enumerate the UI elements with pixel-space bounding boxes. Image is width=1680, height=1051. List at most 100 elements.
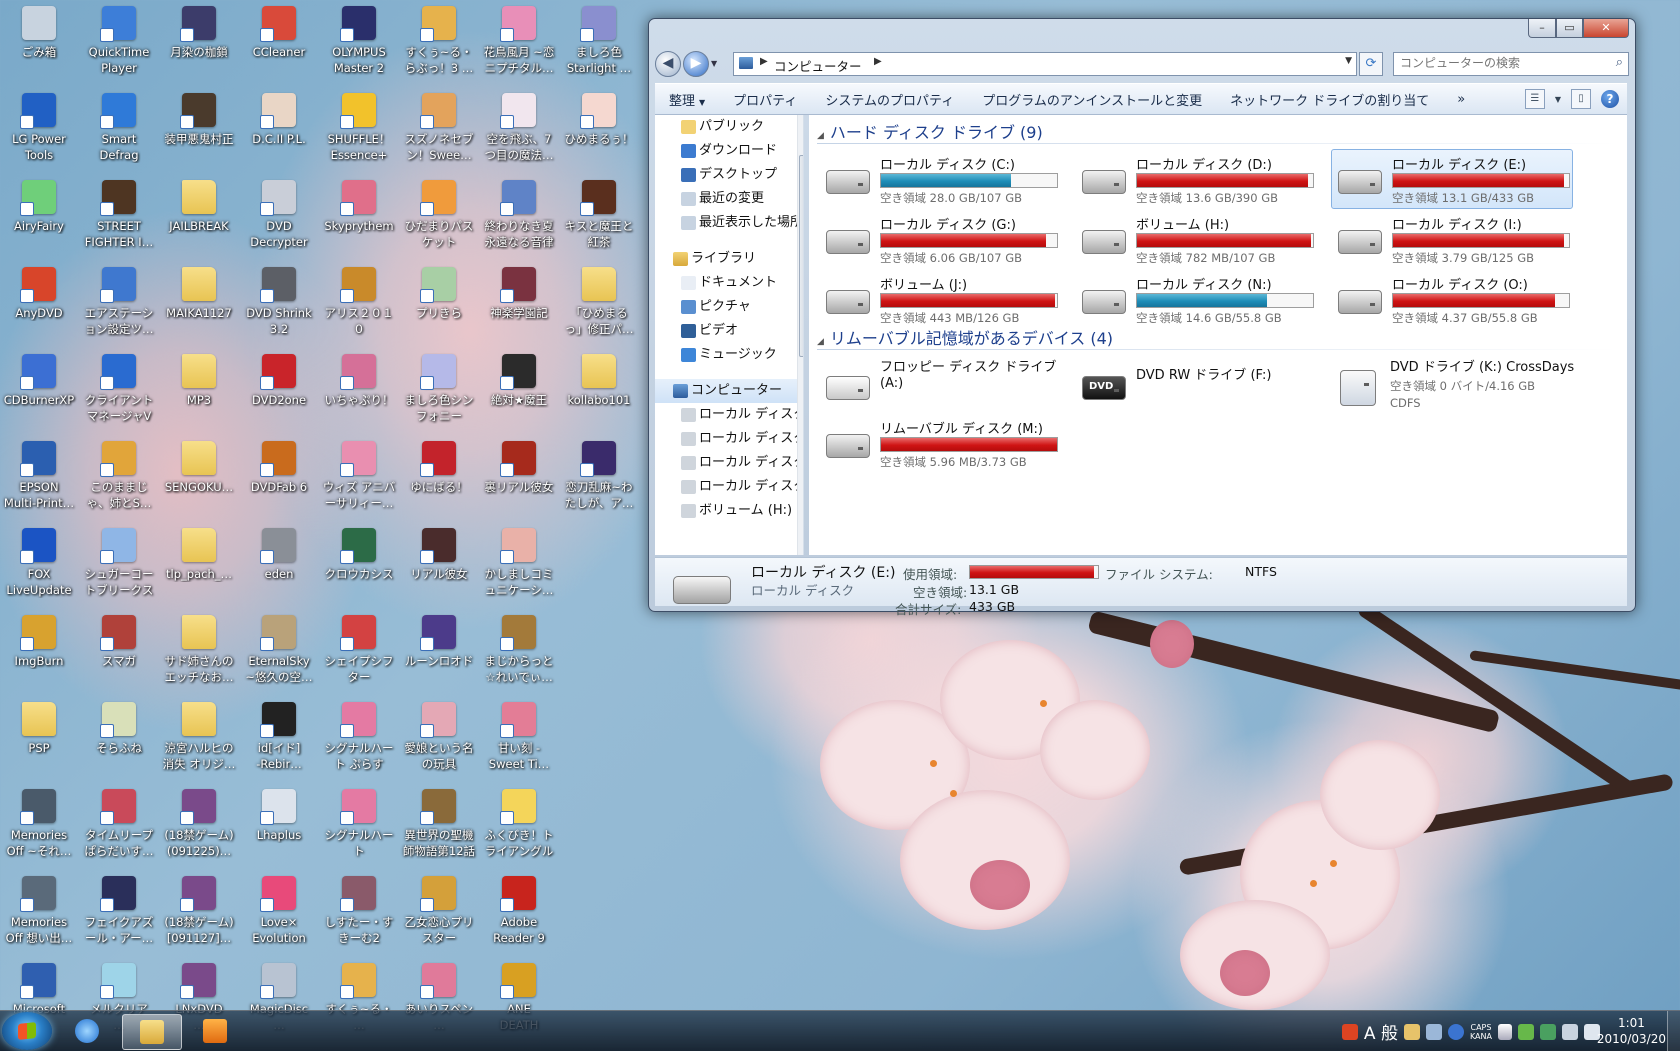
device-removable-m[interactable]: リムーバブル ディスク (M:) 空き領域 5.96 MB/3.73 GB [819, 413, 1061, 473]
start-button[interactable] [2, 1012, 52, 1050]
drive-tile[interactable]: ボリューム (J:) 空き領域 443 MB/126 GB [819, 269, 1061, 329]
desktop-icon[interactable]: ごみ箱 [0, 6, 78, 88]
chevron-down-icon[interactable]: ▼ [1555, 95, 1561, 104]
desktop-icon[interactable]: シェイプシフ ター [320, 615, 398, 697]
nav-drive-item[interactable]: ローカル ディスク [655, 475, 803, 499]
desktop-icon[interactable]: エアステーシ ョン設定ツ… [80, 267, 158, 349]
desktop-icon[interactable]: ルーンロオド [400, 615, 478, 697]
nav-favorite-item[interactable]: パブリック [655, 115, 803, 139]
desktop-icon[interactable]: スズノネセブ ン！Swee… [400, 93, 478, 175]
desktop-icon[interactable]: タイムリープ ぱらだいす… [80, 789, 158, 871]
desktop-icon[interactable]: PSP [0, 702, 78, 784]
search-icon[interactable]: ⌕ [1616, 55, 1623, 70]
nav-library-item[interactable]: ピクチャ [655, 295, 803, 319]
desktop-icon[interactable]: まじからっと ☆れいでぃ… [480, 615, 558, 697]
view-options-icon[interactable]: ☰ [1524, 89, 1545, 109]
desktop-icon[interactable]: 「ひめまる っ」修正パ… [560, 267, 638, 349]
desktop-icon[interactable]: アリス２０１ ０ [320, 267, 398, 349]
desktop-icon[interactable]: サド姉さんの エッチなお… [160, 615, 238, 697]
desktop-icon[interactable]: 裏リアル彼女 [480, 441, 558, 523]
drive-tile[interactable]: ローカル ディスク (D:) 空き領域 13.6 GB/390 GB [1075, 149, 1317, 209]
desktop-icon[interactable]: 乙女恋心プリ スター [400, 876, 478, 958]
desktop-icon[interactable]: LG Power Tools [0, 93, 78, 175]
back-button[interactable]: ◀ [655, 51, 681, 77]
desktop-icon[interactable]: DVD Shrink 3.2 [240, 267, 318, 349]
desktop-icon[interactable]: eden [240, 528, 318, 610]
desktop-icon[interactable]: MAIKA1127 [160, 267, 238, 349]
desktop-icon[interactable]: EternalSky ~悠久の空… [240, 615, 318, 697]
device-dvd-rw-f[interactable]: DVD DVD RW ドライブ (F:) [1075, 355, 1317, 415]
nav-library-item[interactable]: ビデオ [655, 319, 803, 343]
desktop-icon[interactable]: JAILBREAK [160, 180, 238, 262]
desktop-icon[interactable]: ひだまりパス ケット [400, 180, 478, 262]
nav-library-item[interactable]: ドキュメント [655, 271, 803, 295]
desktop-icon[interactable]: キスと魔王と 紅茶 [560, 180, 638, 262]
desktop-icon[interactable]: 愛娘という名 の玩具 [400, 702, 478, 784]
more-commands-button[interactable]: » [1443, 92, 1479, 107]
device-floppy-a[interactable]: フロッピー ディスク ドライブ (A:) [819, 355, 1061, 415]
desktop-icon[interactable]: ゆにばる！ [400, 441, 478, 523]
properties-button[interactable]: プロパティ [719, 90, 811, 109]
desktop-icon[interactable]: 月染の枷鎖 [160, 6, 238, 88]
drive-tile[interactable]: ローカル ディスク (C:) 空き領域 28.0 GB/107 GB [819, 149, 1061, 209]
desktop-icon[interactable]: 空を飛ぶ、7 つ目の魔法… [480, 93, 558, 175]
nav-drive-item[interactable]: ボリューム (H:) [655, 499, 803, 523]
organize-menu[interactable]: 整理 ▼ [655, 90, 719, 109]
desktop-icon[interactable]: クライアント マネージャV [80, 354, 158, 436]
desktop-icon[interactable]: CCleaner [240, 6, 318, 88]
nav-drive-item[interactable]: ローカル ディスク [655, 403, 803, 427]
desktop-icon[interactable]: Lhaplus [240, 789, 318, 871]
desktop-icon[interactable]: ウィズ アニバ ーサリィー… [320, 441, 398, 523]
desktop-icon[interactable]: このままじ ゃ、姉とS… [80, 441, 158, 523]
navigation-scrollbar[interactable] [797, 115, 803, 555]
search-input[interactable] [1394, 53, 1600, 73]
desktop-icon[interactable]: フェイクアズ ール・アー… [80, 876, 158, 958]
desktop-icon[interactable]: 恋刀乱麻~わ たしが、ア… [560, 441, 638, 523]
group-hard-disk-drives[interactable]: ◢ ハード ディスク ドライブ (9) [817, 119, 1043, 143]
show-hidden-icons[interactable] [1498, 1023, 1512, 1040]
search-box[interactable]: ⌕ [1393, 52, 1629, 76]
desktop-icon[interactable]: SHUFFLE！ Essence+ [320, 93, 398, 175]
desktop-icon[interactable]: リアル彼女 [400, 528, 478, 610]
nav-drive-item[interactable]: ローカル ディスク [655, 451, 803, 475]
taskbar-media-player[interactable] [186, 1014, 244, 1048]
desktop-icon[interactable]: QuickTime Player [80, 6, 158, 88]
desktop-icon[interactable]: Memories Off ~それ… [0, 789, 78, 871]
desktop-icon[interactable]: シグナルハー ト [320, 789, 398, 871]
desktop-icon[interactable]: 異世界の聖機 師物語第12話 [400, 789, 478, 871]
nav-favorite-item[interactable]: ダウンロード [655, 139, 803, 163]
nav-libraries[interactable]: ライブラリ [655, 247, 803, 271]
scrollbar-thumb[interactable] [799, 155, 803, 357]
desktop-icon[interactable]: 甘い刻 - Sweet Ti… [480, 702, 558, 784]
alert-icon[interactable] [1341, 1023, 1358, 1040]
desktop-icon[interactable]: DVDFab 6 [240, 441, 318, 523]
nav-drive-item[interactable]: ローカル ディスク [655, 427, 803, 451]
desktop-icon[interactable]: シュガーコー トブリークス [80, 528, 158, 610]
recent-pages-chevron-icon[interactable]: ▼ [711, 59, 717, 68]
drive-tile[interactable]: ボリューム (H:) 空き領域 782 MB/107 GB [1075, 209, 1317, 269]
nav-library-item[interactable]: ミュージック [655, 343, 803, 367]
desktop-icon[interactable]: (18禁ゲーム) [091127]… [160, 876, 238, 958]
desktop-icon[interactable]: Skyprythem [320, 180, 398, 262]
breadcrumb-separator-icon[interactable]: ▶ [874, 56, 882, 67]
desktop-icon[interactable]: すくぅ~る・ らぶっ！3 … [400, 6, 478, 88]
desktop-icon[interactable]: Smart Defrag [80, 93, 158, 175]
desktop-icon[interactable]: DVD2one [240, 354, 318, 436]
desktop-icon[interactable]: ひめまるぅ！ [560, 93, 638, 175]
map-network-drive-button[interactable]: ネットワーク ドライブの割り当て [1216, 90, 1443, 109]
desktop-icon[interactable]: tlp_pach_… [160, 528, 238, 610]
minimize-button[interactable]: – [1528, 19, 1556, 38]
device-dvd-k[interactable]: DVD ドライブ (K:) CrossDays 空き領域 0 バイト/4.16 … [1329, 355, 1581, 415]
desktop-icon[interactable]: スマガ [80, 615, 158, 697]
address-bar[interactable]: ▶ コンピューター ▶ ▼ [733, 52, 1357, 76]
desktop-icon[interactable]: DVD Decrypter [240, 180, 318, 262]
forward-button[interactable]: ▶ [683, 51, 709, 77]
desktop-icon[interactable]: かしましコミ ュニケーシ… [480, 528, 558, 610]
uninstall-button[interactable]: プログラムのアンインストールと変更 [968, 90, 1216, 109]
desktop-icon[interactable]: ましろ色 Starlight … [560, 6, 638, 88]
network-status-icon[interactable] [1518, 1023, 1534, 1040]
nav-favorite-item[interactable]: デスクトップ [655, 163, 803, 187]
caps-kana-indicator[interactable]: CAPS KANA [1470, 1023, 1492, 1041]
collapse-icon[interactable]: ◢ [817, 337, 824, 347]
ime-tools-icon[interactable] [1403, 1023, 1420, 1040]
